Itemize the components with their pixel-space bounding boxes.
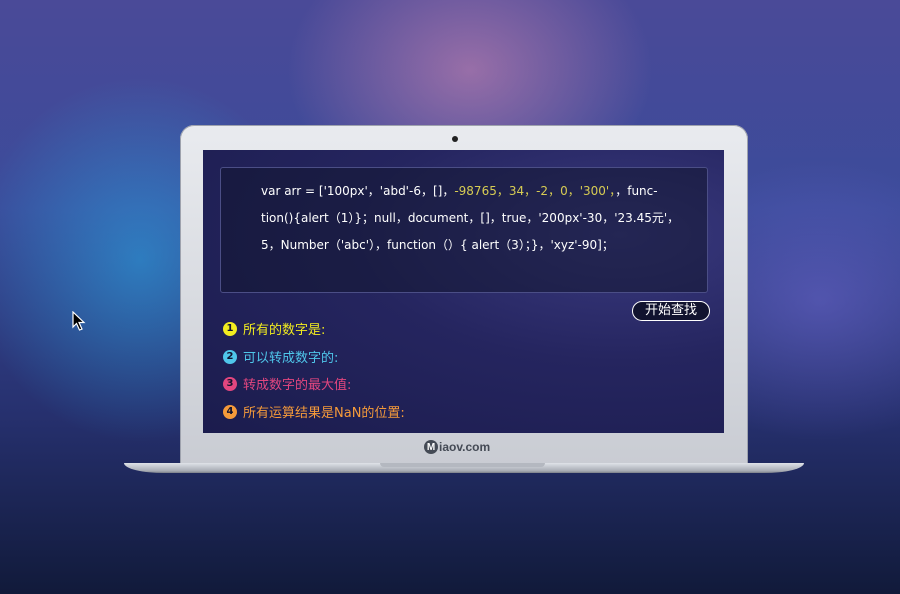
highlighted-numbers: -98765，34，-2，0，'300'， xyxy=(454,184,616,198)
number-2-icon: 2 xyxy=(223,349,237,364)
brand-mark-icon: M xyxy=(424,440,438,454)
code-line-1: var arr = ['100px'，'abd'-6，[]，-98765，34，… xyxy=(261,184,658,198)
number-4-icon: 4 xyxy=(223,404,237,419)
camera-icon xyxy=(452,136,458,142)
number-1-icon: 1 xyxy=(223,321,237,336)
laptop-screen: var arr = ['100px'，'abd'-6，[]，-98765，34，… xyxy=(203,150,724,433)
question-4: 4 所有运算结果是NaN的位置: xyxy=(223,402,405,421)
question-2: 2 可以转成数字的: xyxy=(223,347,338,366)
question-label: 所有的数字是: xyxy=(243,323,326,338)
code-line-2: tion(){alert（1）}；null，document，[]，true，'… xyxy=(261,211,680,225)
question-label: 转成数字的最大值: xyxy=(243,378,352,393)
start-search-button[interactable]: 开始查找 xyxy=(632,301,710,321)
number-3-icon: 3 xyxy=(223,376,237,391)
code-panel: var arr = ['100px'，'abd'-6，[]，-98765，34，… xyxy=(220,167,708,293)
question-1: 1 所有的数字是: xyxy=(223,319,325,338)
laptop-notch xyxy=(380,463,545,467)
mouse-cursor-icon xyxy=(72,311,86,331)
brand-logo: M iaov.com xyxy=(424,440,490,454)
brand-text: iaov.com xyxy=(439,440,491,454)
question-label: 可以转成数字的: xyxy=(243,351,339,366)
code-line-3: 5，Number（'abc'），function（）{ alert（3）；}，'… xyxy=(261,238,614,252)
question-3: 3 转成数字的最大值: xyxy=(223,374,351,393)
question-label: 所有运算结果是NaN的位置: xyxy=(243,406,405,421)
